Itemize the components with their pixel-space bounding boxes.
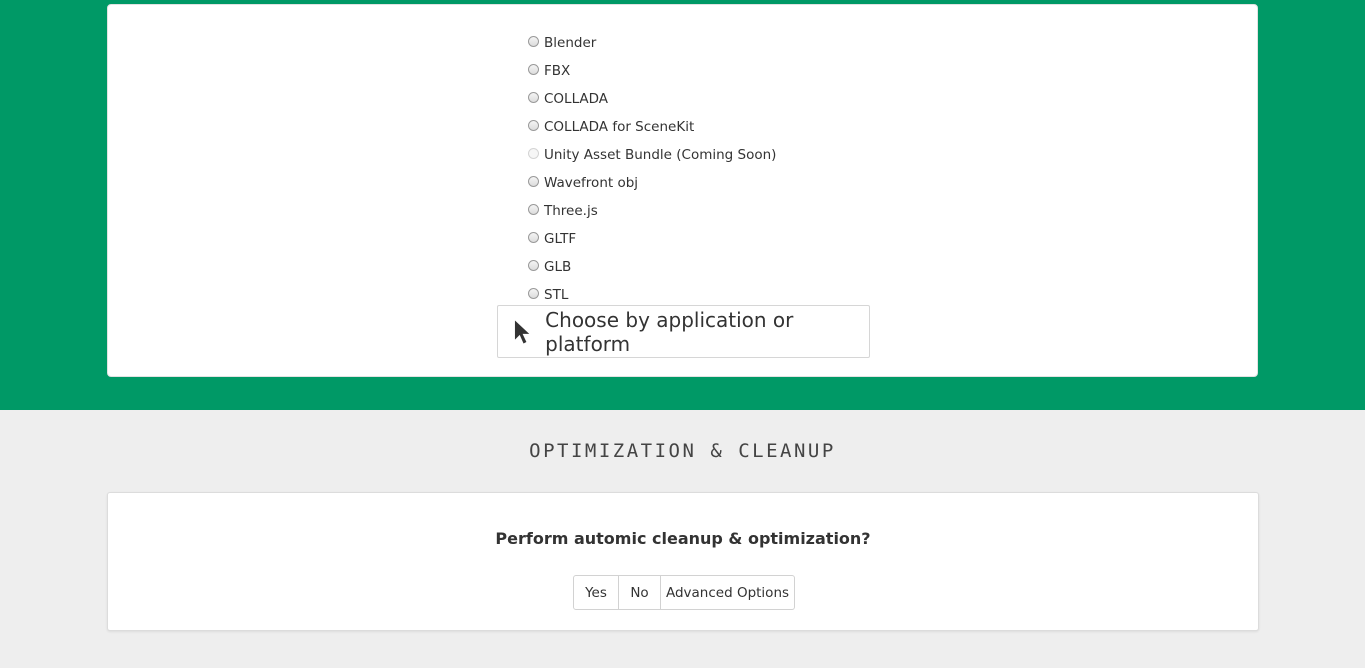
- section-title-optimization: OPTIMIZATION & CLEANUP: [529, 440, 836, 462]
- format-option-label: STL: [544, 287, 569, 303]
- format-option-gltf[interactable]: GLTF: [528, 225, 776, 253]
- choose-by-application-button[interactable]: Choose by application or platform: [497, 305, 870, 358]
- yes-button[interactable]: Yes: [573, 575, 619, 610]
- format-option-label: Blender: [544, 35, 597, 51]
- format-option-glb[interactable]: GLB: [528, 253, 776, 281]
- cleanup-question: Perform automic cleanup & optimization?: [495, 529, 871, 548]
- export-format-section: Blender FBX COLLADA COLLADA for SceneKit…: [0, 0, 1365, 410]
- radio-button[interactable]: [528, 119, 539, 131]
- format-option-label: Three.js: [544, 203, 598, 219]
- format-option-label: FBX: [544, 63, 571, 79]
- radio-button-disabled: [528, 147, 539, 159]
- format-option-blender[interactable]: Blender: [528, 29, 776, 57]
- radio-button[interactable]: [528, 35, 539, 47]
- format-option-fbx[interactable]: FBX: [528, 57, 776, 85]
- cleanup-button-group: Yes No Advanced Options: [573, 575, 795, 610]
- radio-button[interactable]: [528, 91, 539, 103]
- radio-button[interactable]: [528, 63, 539, 75]
- radio-button[interactable]: [528, 203, 539, 215]
- advanced-options-button[interactable]: Advanced Options: [661, 575, 795, 610]
- format-option-label: Unity Asset Bundle (Coming Soon): [544, 147, 777, 163]
- export-format-card: Blender FBX COLLADA COLLADA for SceneKit…: [107, 4, 1258, 377]
- format-option-threejs[interactable]: Three.js: [528, 197, 776, 225]
- no-button[interactable]: No: [619, 575, 661, 610]
- format-option-collada-scenekit[interactable]: COLLADA for SceneKit: [528, 113, 776, 141]
- format-option-label: COLLADA for SceneKit: [544, 119, 695, 135]
- radio-button[interactable]: [528, 259, 539, 271]
- format-option-label: GLTF: [544, 231, 577, 247]
- radio-button[interactable]: [528, 287, 539, 299]
- format-option-label: GLB: [544, 259, 572, 275]
- format-radio-list: Blender FBX COLLADA COLLADA for SceneKit…: [528, 29, 776, 309]
- radio-button[interactable]: [528, 175, 539, 187]
- format-option-label: COLLADA: [544, 91, 609, 107]
- format-option-unity-asset-bundle: Unity Asset Bundle (Coming Soon): [528, 141, 776, 169]
- format-option-label: Wavefront obj: [544, 175, 639, 191]
- format-option-collada[interactable]: COLLADA: [528, 85, 776, 113]
- radio-button[interactable]: [528, 231, 539, 243]
- choose-button-label: Choose by application or platform: [545, 307, 794, 356]
- cleanup-card: Perform automic cleanup & optimization? …: [107, 492, 1259, 631]
- cursor-pointer-icon: [514, 320, 530, 343]
- format-option-wavefront-obj[interactable]: Wavefront obj: [528, 169, 776, 197]
